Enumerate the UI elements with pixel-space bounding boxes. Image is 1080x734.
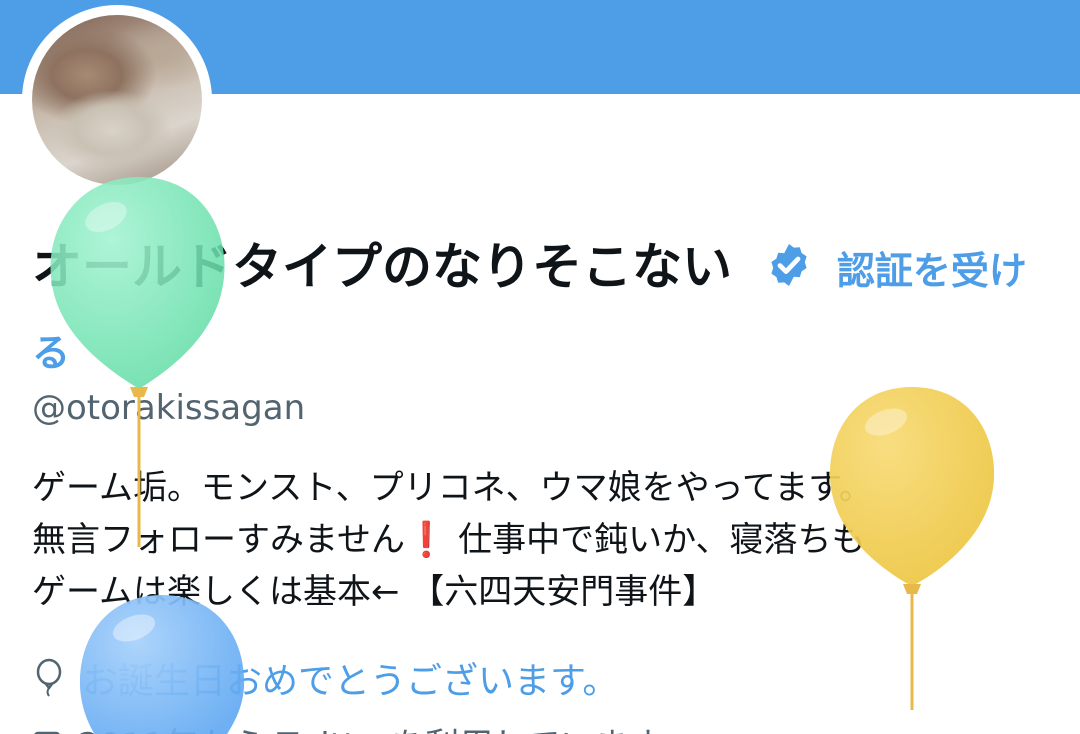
blue-balloon — [79, 595, 245, 734]
yellow-balloon — [829, 387, 995, 710]
profile-page: オールドタイプのなりそこない 認証を受ける @otorakissagan ゲーム… — [0, 0, 1080, 734]
profile-avatar[interactable] — [22, 5, 212, 195]
verified-badge-icon — [771, 243, 808, 286]
calendar-icon — [34, 731, 60, 734]
green-balloon — [50, 177, 225, 547]
balloon-icon — [36, 658, 62, 697]
avatar-cat-photo — [32, 15, 202, 185]
